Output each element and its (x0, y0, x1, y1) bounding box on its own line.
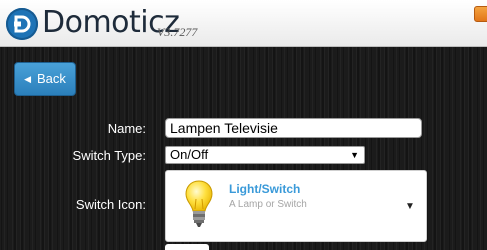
app-version: V3.7277 (157, 25, 198, 39)
switch-type-value: On/Off (170, 147, 209, 162)
switch-icon-title: Light/Switch (229, 182, 301, 196)
back-button-label: Back (37, 71, 66, 86)
menu-button[interactable] (474, 6, 487, 22)
switch-icon-select[interactable]: Light/Switch A Lamp or Switch ▼ (165, 170, 427, 242)
lightbulb-icon (185, 180, 213, 227)
name-input[interactable] (165, 118, 422, 138)
chevron-left-icon: ◀ (24, 73, 31, 84)
switch-type-label: Switch Type: (72, 148, 146, 163)
domoticz-logo-icon (6, 8, 38, 40)
back-button[interactable]: ◀ Back (14, 62, 76, 96)
dropdown-arrow-icon: ▼ (350, 150, 359, 160)
switch-icon-label: Switch Icon: (75, 197, 146, 212)
next-field-partial (165, 244, 209, 250)
dropdown-arrow-icon: ▼ (405, 201, 415, 212)
header-bar: Domoticz V3.7277 (0, 0, 487, 47)
switch-icon-description: A Lamp or Switch (229, 199, 307, 210)
switch-type-select[interactable]: On/Off ▼ (165, 146, 365, 164)
name-label: Name: (107, 121, 146, 136)
